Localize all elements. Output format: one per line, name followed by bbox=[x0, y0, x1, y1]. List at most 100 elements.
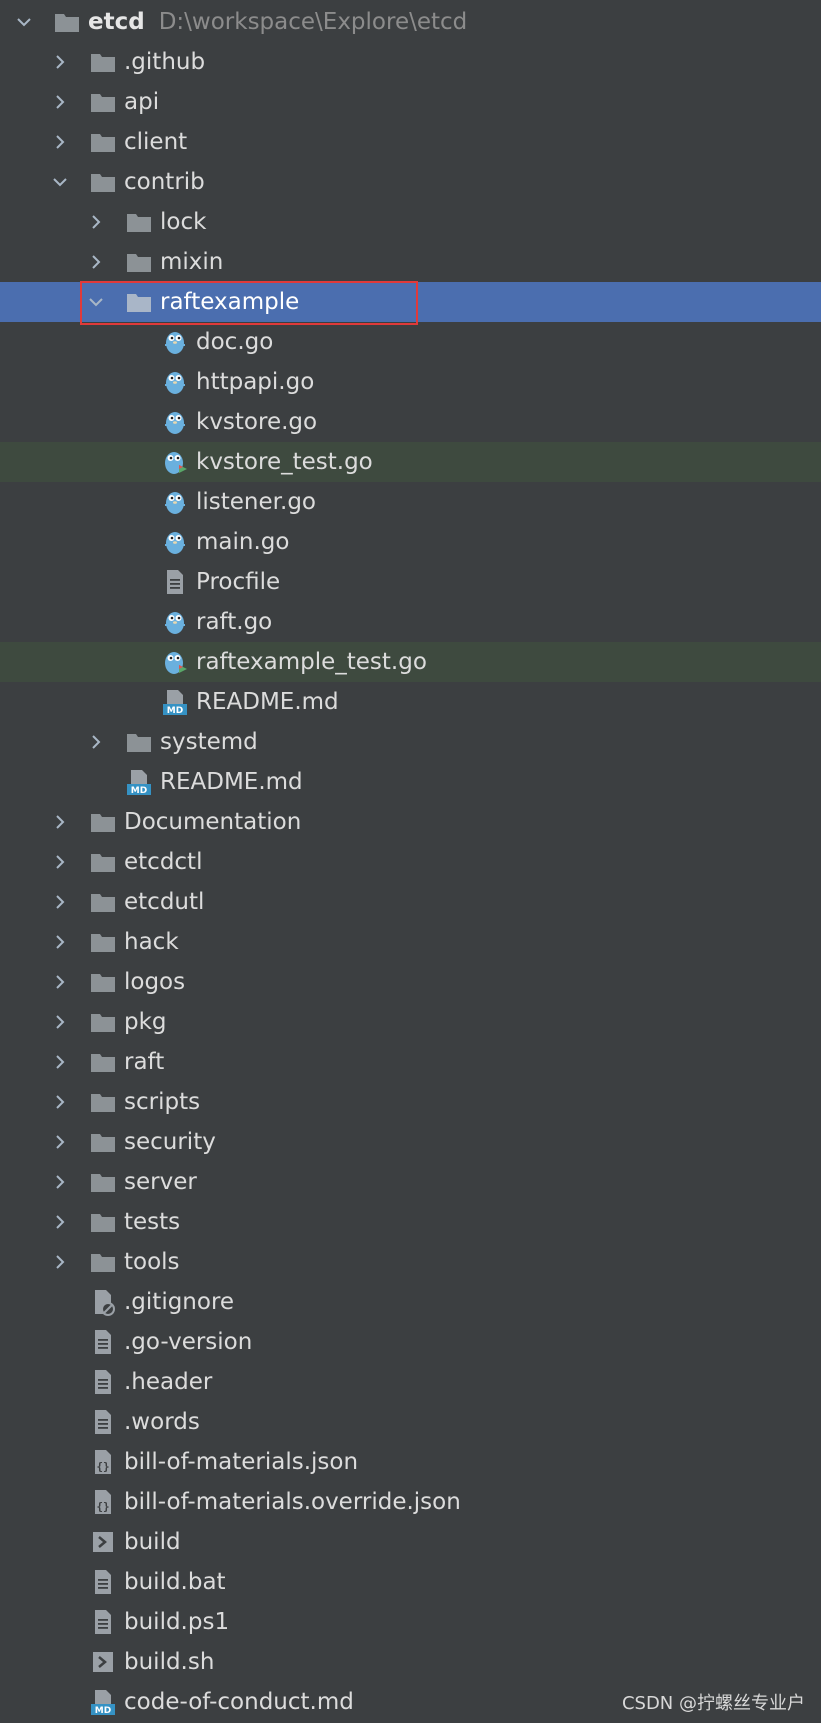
chevron-right-icon[interactable] bbox=[48, 82, 72, 122]
tree-file-row[interactable]: {} bill-of-materials.json bbox=[0, 1442, 821, 1482]
chevron-right-icon[interactable] bbox=[48, 1242, 72, 1282]
folder-icon bbox=[88, 1122, 118, 1162]
tree-root-row[interactable]: etcd D:\workspace\Explore\etcd bbox=[0, 2, 821, 42]
svg-text:{}: {} bbox=[96, 1460, 109, 1473]
go-file-icon bbox=[160, 402, 190, 442]
tree-item-label: main.go bbox=[196, 529, 290, 555]
tree-folder-row[interactable]: pkg bbox=[0, 1002, 821, 1042]
chevron-right-icon[interactable] bbox=[84, 242, 108, 282]
tree-item-label: build.sh bbox=[124, 1649, 215, 1675]
tree-folder-row[interactable]: scripts bbox=[0, 1082, 821, 1122]
folder-icon bbox=[124, 722, 154, 762]
tree-file-row[interactable]: httpapi.go bbox=[0, 362, 821, 402]
chevron-right-icon[interactable] bbox=[48, 842, 72, 882]
text-file-icon bbox=[88, 1602, 118, 1642]
chevron-right-icon[interactable] bbox=[48, 1202, 72, 1242]
tree-folder-row[interactable]: mixin bbox=[0, 242, 821, 282]
tree-file-row[interactable]: raft.go bbox=[0, 602, 821, 642]
tree-folder-row[interactable]: Documentation bbox=[0, 802, 821, 842]
tree-file-row[interactable]: MD README.md bbox=[0, 762, 821, 802]
tree-item-label: doc.go bbox=[196, 329, 274, 355]
chevron-right-icon[interactable] bbox=[48, 1082, 72, 1122]
tree-item-label: .gitignore bbox=[124, 1289, 235, 1315]
folder-icon bbox=[88, 42, 118, 82]
folder-icon bbox=[88, 882, 118, 922]
tree-item-label: kvstore_test.go bbox=[196, 449, 373, 475]
chevron-right-icon[interactable] bbox=[48, 1162, 72, 1202]
tree-folder-row[interactable]: .github bbox=[0, 42, 821, 82]
tree-folder-row[interactable]: api bbox=[0, 82, 821, 122]
tree-folder-row[interactable]: lock bbox=[0, 202, 821, 242]
tree-item-label: client bbox=[124, 129, 188, 155]
tree-item-label: Procfile bbox=[196, 569, 281, 595]
tree-file-row[interactable]: .words bbox=[0, 1402, 821, 1442]
root-folder-name: etcd bbox=[88, 9, 145, 35]
tree-item-label: listener.go bbox=[196, 489, 316, 515]
tree-item-label: Documentation bbox=[124, 809, 302, 835]
tree-folder-row[interactable]: contrib bbox=[0, 162, 821, 202]
folder-icon bbox=[88, 162, 118, 202]
tree-folder-row[interactable]: raftexample bbox=[0, 282, 821, 322]
tree-folder-row[interactable]: tools bbox=[0, 1242, 821, 1282]
tree-file-row[interactable]: MD README.md bbox=[0, 682, 821, 722]
tree-folder-row[interactable]: logos bbox=[0, 962, 821, 1002]
tree-folder-row[interactable]: client bbox=[0, 122, 821, 162]
tree-file-row[interactable]: kvstore.go bbox=[0, 402, 821, 442]
tree-file-row[interactable]: doc.go bbox=[0, 322, 821, 362]
tree-file-row[interactable]: build bbox=[0, 1522, 821, 1562]
tree-file-row[interactable]: Procfile bbox=[0, 562, 821, 602]
tree-item-label: etcdctl bbox=[124, 849, 203, 875]
chevron-right-icon[interactable] bbox=[48, 922, 72, 962]
tree-folder-row[interactable]: tests bbox=[0, 1202, 821, 1242]
markdown-file-icon: MD bbox=[88, 1682, 118, 1722]
folder-icon bbox=[88, 842, 118, 882]
tree-file-row[interactable]: .go-version bbox=[0, 1322, 821, 1362]
tree-item-label: hack bbox=[124, 929, 179, 955]
chevron-down-icon[interactable] bbox=[12, 2, 36, 42]
tree-folder-row[interactable]: hack bbox=[0, 922, 821, 962]
tree-item-label: kvstore.go bbox=[196, 409, 318, 435]
chevron-right-icon[interactable] bbox=[48, 802, 72, 842]
tree-file-row[interactable]: build.ps1 bbox=[0, 1602, 821, 1642]
text-file-icon bbox=[88, 1362, 118, 1402]
tree-folder-row[interactable]: security bbox=[0, 1122, 821, 1162]
svg-text:MD: MD bbox=[95, 1706, 111, 1716]
tree-item-label: api bbox=[124, 89, 160, 115]
chevron-right-icon[interactable] bbox=[84, 202, 108, 242]
json-file-icon: {} bbox=[88, 1482, 118, 1522]
tree-item-label: pkg bbox=[124, 1009, 167, 1035]
tree-folder-row[interactable]: etcdutl bbox=[0, 882, 821, 922]
chevron-right-icon[interactable] bbox=[48, 122, 72, 162]
chevron-right-icon[interactable] bbox=[48, 962, 72, 1002]
tree-file-row[interactable]: listener.go bbox=[0, 482, 821, 522]
chevron-right-icon[interactable] bbox=[48, 42, 72, 82]
tree-folder-row[interactable]: server bbox=[0, 1162, 821, 1202]
tree-file-row[interactable]: build.sh bbox=[0, 1642, 821, 1682]
markdown-file-icon: MD bbox=[160, 682, 190, 722]
tree-file-row[interactable]: .header bbox=[0, 1362, 821, 1402]
chevron-right-icon[interactable] bbox=[48, 882, 72, 922]
tree-item-label: security bbox=[124, 1129, 216, 1155]
chevron-right-icon[interactable] bbox=[48, 1042, 72, 1082]
tree-file-row[interactable]: {} bill-of-materials.override.json bbox=[0, 1482, 821, 1522]
text-file-icon bbox=[88, 1562, 118, 1602]
tree-folder-row[interactable]: systemd bbox=[0, 722, 821, 762]
tree-file-row[interactable]: .gitignore bbox=[0, 1282, 821, 1322]
tree-file-row[interactable]: raftexample_test.go bbox=[0, 642, 821, 682]
tree-item-label: build.ps1 bbox=[124, 1609, 230, 1635]
tree-item-label: bill-of-materials.json bbox=[124, 1449, 359, 1475]
go-file-icon bbox=[160, 322, 190, 362]
chevron-right-icon[interactable] bbox=[48, 1002, 72, 1042]
tree-file-row[interactable]: main.go bbox=[0, 522, 821, 562]
tree-file-row[interactable]: kvstore_test.go bbox=[0, 442, 821, 482]
folder-icon bbox=[88, 1042, 118, 1082]
tree-folder-row[interactable]: etcdctl bbox=[0, 842, 821, 882]
folder-icon bbox=[88, 122, 118, 162]
tree-file-row[interactable]: build.bat bbox=[0, 1562, 821, 1602]
chevron-right-icon[interactable] bbox=[48, 1122, 72, 1162]
chevron-down-icon[interactable] bbox=[48, 162, 72, 202]
chevron-right-icon[interactable] bbox=[84, 722, 108, 762]
tree-folder-row[interactable]: raft bbox=[0, 1042, 821, 1082]
chevron-down-icon[interactable] bbox=[84, 282, 108, 322]
folder-icon bbox=[52, 2, 82, 42]
